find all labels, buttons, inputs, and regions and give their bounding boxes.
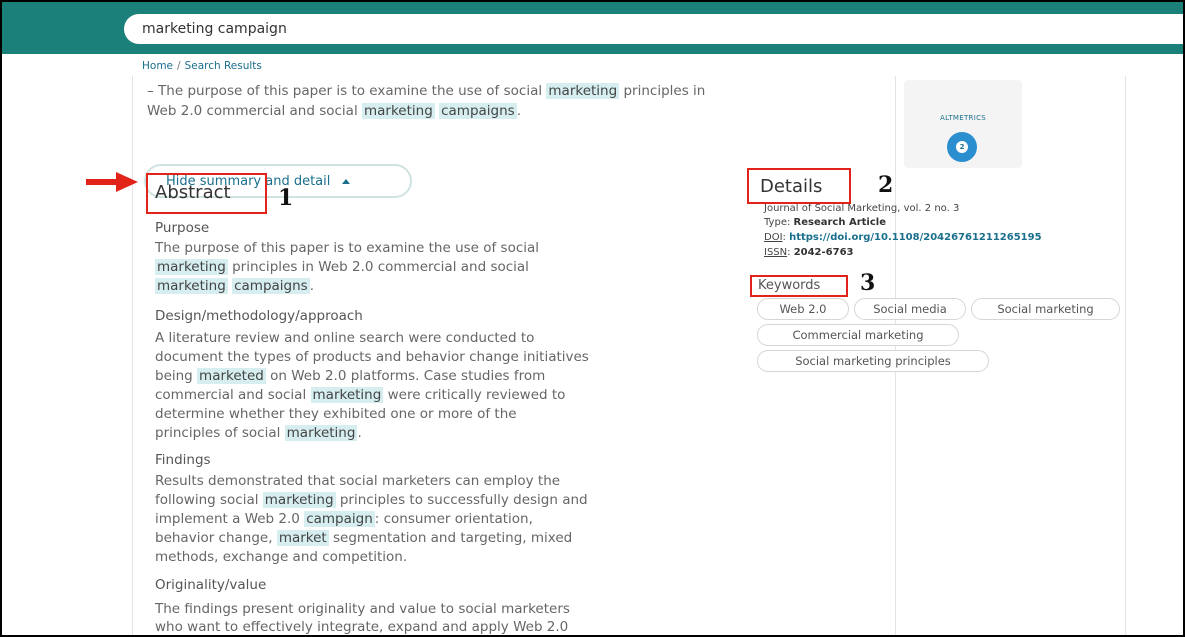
design-line-6: principles of social marketing.	[155, 425, 362, 441]
annotation-number-3: 3	[860, 270, 876, 296]
findings-line-2: following social marketing principles to…	[155, 492, 588, 508]
details-type: Type: Research Article	[764, 217, 886, 228]
purpose-heading: Purpose	[155, 220, 210, 236]
findings-line-3: implement a Web 2.0 campaign: consumer o…	[155, 511, 533, 527]
keyword-tag[interactable]: Web 2.0	[757, 298, 849, 320]
top-bar: marketing campaign	[2, 2, 1183, 54]
page-frame: marketing campaign Home / Search Results A…	[0, 0, 1185, 637]
purpose-line-2: marketing principles in Web 2.0 commerci…	[155, 259, 529, 275]
details-doi: DOI: https://doi.org/10.1108/20426761211…	[764, 232, 1042, 243]
originality-line-1: The findings present originality and val…	[155, 601, 570, 617]
design-line-2: document the types of products and behav…	[155, 349, 589, 365]
breadcrumb-current[interactable]: Search Results	[185, 60, 262, 72]
breadcrumb-separator: /	[177, 60, 181, 72]
abstract-heading: Abstract	[155, 182, 231, 203]
altmetrics-score: 2	[956, 141, 968, 153]
breadcrumb-home[interactable]: Home	[142, 60, 173, 72]
keyword-tag[interactable]: Commercial marketing	[757, 324, 959, 346]
summary-line-2: Web 2.0 commercial and social marketing …	[147, 103, 521, 119]
altmetrics-donut-icon: 2	[947, 132, 977, 162]
design-line-1: A literature review and online search we…	[155, 330, 535, 346]
findings-line-1: Results demonstrated that social markete…	[155, 473, 561, 489]
breadcrumb: Home / Search Results	[142, 60, 262, 72]
search-query: marketing campaign	[142, 21, 287, 37]
summary-line-1: – The purpose of this paper is to examin…	[147, 83, 706, 99]
details-issn: ISSN: 2042-6763	[764, 247, 854, 258]
red-arrow-icon	[86, 172, 138, 192]
design-line-3: being marketed on Web 2.0 platforms. Cas…	[155, 368, 546, 384]
doi-link[interactable]: https://doi.org/10.1108/2042676121126519…	[789, 232, 1041, 243]
originality-line-2: who want to effectively integrate, expan…	[155, 619, 569, 635]
findings-line-5: methods, exchange and competition.	[155, 549, 408, 565]
design-heading: Design/methodology/approach	[155, 308, 363, 324]
caret-up-icon	[342, 178, 351, 184]
purpose-line-3: marketing campaigns.	[155, 278, 314, 294]
details-journal: Journal of Social Marketing, vol. 2 no. …	[764, 203, 960, 214]
details-heading: Details	[760, 176, 823, 197]
purpose-line-1: The purpose of this paper is to examine …	[155, 240, 540, 256]
search-input[interactable]: marketing campaign	[124, 14, 1183, 44]
keyword-tag[interactable]: Social marketing	[971, 298, 1120, 320]
altmetrics-label: ALTMETRICS	[940, 114, 986, 122]
originality-heading: Originality/value	[155, 577, 267, 593]
altmetrics-badge[interactable]: ALTMETRICS 2	[904, 80, 1022, 168]
keyword-tag[interactable]: Social media	[854, 298, 966, 320]
findings-line-4: behavior change, market segmentation and…	[155, 530, 573, 546]
keywords-heading: Keywords	[758, 278, 821, 293]
annotation-number-1: 1	[278, 185, 294, 211]
design-line-4: commercial and social marketing were cri…	[155, 387, 566, 403]
design-line-5: determine whether they exhibited one or …	[155, 406, 517, 422]
annotation-number-2: 2	[878, 172, 894, 198]
keyword-tag[interactable]: Social marketing principles	[757, 350, 989, 372]
findings-heading: Findings	[155, 452, 211, 468]
